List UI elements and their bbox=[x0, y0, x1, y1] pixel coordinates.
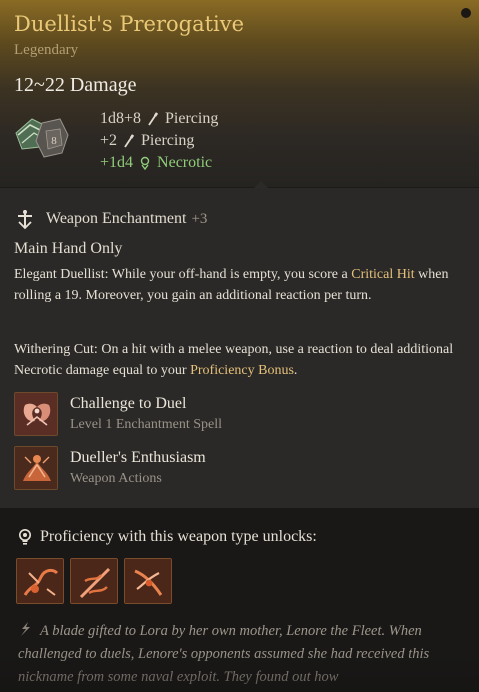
weapon-action-3-icon[interactable] bbox=[124, 558, 172, 604]
action-name: Dueller's Enthusiasm bbox=[70, 449, 206, 466]
necrotic-icon bbox=[140, 156, 150, 170]
proficiency-label: Proficiency with this weapon type unlock… bbox=[40, 528, 317, 545]
action-name: Challenge to Duel bbox=[70, 395, 187, 412]
keyword-critical-hit[interactable]: Critical Hit bbox=[351, 267, 414, 282]
enchantment-bonus: +3 bbox=[191, 211, 208, 227]
enchantment-section: Weapon Enchantment +3 Main Hand Only Eleg… bbox=[0, 188, 479, 508]
action-subtitle: Weapon Actions bbox=[70, 471, 162, 486]
damage-line: +2 Piercing bbox=[100, 130, 218, 152]
main-hand-only: Main Hand Only bbox=[14, 240, 123, 257]
action-challenge-to-duel[interactable]: Challenge to Duel Level 1 Enchantment Sp… bbox=[14, 392, 222, 436]
corner-dot-icon bbox=[461, 8, 471, 18]
weapon-action-1-icon[interactable] bbox=[16, 558, 64, 604]
lore-fade-overlay bbox=[0, 652, 479, 692]
item-tooltip: Duellist's Prerogative Legendary 12~22 D… bbox=[0, 0, 479, 692]
damage-amount: +1d4 bbox=[100, 154, 134, 171]
item-name: Duellist's Prerogative bbox=[14, 12, 245, 36]
dice-badge-value: 8 bbox=[51, 135, 57, 147]
damage-dice-icon: 8 bbox=[15, 118, 69, 158]
damage-type: Piercing bbox=[141, 132, 195, 149]
passive-withering-cut: Withering Cut: On a hit with a melee wea… bbox=[14, 342, 454, 378]
keyword-proficiency-bonus[interactable]: Proficiency Bonus bbox=[190, 363, 294, 378]
proficiency-section: Proficiency with this weapon type unlock… bbox=[0, 508, 479, 692]
piercing-icon bbox=[148, 112, 159, 126]
proficiency-lightbulb-icon bbox=[19, 529, 31, 545]
damage-total: 12~22 Damage bbox=[14, 74, 137, 96]
weapon-action-2-icon[interactable] bbox=[70, 558, 118, 604]
proficiency-row: Proficiency with this weapon type unlock… bbox=[18, 528, 317, 546]
action-subtitle: Level 1 Enchantment Spell bbox=[70, 417, 223, 432]
section-pointer bbox=[254, 181, 268, 188]
lore-feather-icon bbox=[21, 622, 30, 636]
damage-type: Necrotic bbox=[157, 154, 213, 171]
item-rarity: Legendary bbox=[14, 42, 79, 58]
challenge-to-duel-icon bbox=[14, 392, 58, 436]
tooltip-header: Duellist's Prerogative Legendary 12~22 D… bbox=[0, 0, 479, 187]
weapon-enchantment-icon bbox=[18, 210, 32, 230]
action-text: Dueller's Enthusiasm Weapon Actions bbox=[70, 449, 206, 487]
proficiency-icons bbox=[16, 558, 172, 604]
damage-amount: 1d8+8 bbox=[100, 110, 142, 127]
piercing-icon bbox=[124, 134, 135, 148]
damage-lines: 1d8+8 Piercing +2 Piercing +1d4 Necrotic bbox=[100, 108, 218, 174]
action-text: Challenge to Duel Level 1 Enchantment Sp… bbox=[70, 395, 222, 433]
passive-elegant-duellist: Elegant Duellist: While your off-hand is… bbox=[14, 267, 449, 303]
damage-line: 1d8+8 Piercing bbox=[100, 108, 218, 130]
enchantment-row: Weapon Enchantment +3 bbox=[14, 208, 207, 230]
damage-amount: +2 bbox=[100, 132, 118, 149]
damage-line: +1d4 Necrotic bbox=[100, 152, 218, 174]
action-duellers-enthusiasm[interactable]: Dueller's Enthusiasm Weapon Actions bbox=[14, 446, 206, 490]
enchantment-label: Weapon Enchantment +3 bbox=[46, 210, 208, 227]
duellers-enthusiasm-icon bbox=[14, 446, 58, 490]
damage-type: Piercing bbox=[165, 110, 219, 127]
